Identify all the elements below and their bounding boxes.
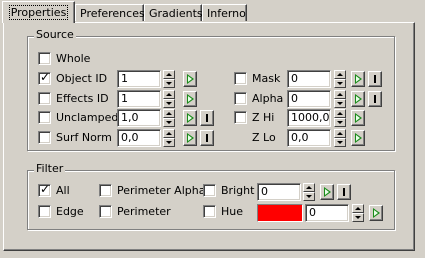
z-hi-label: Z Hi [252, 111, 275, 124]
surf-norm-checkbox[interactable] [38, 131, 51, 144]
spin-up-icon[interactable] [334, 129, 346, 138]
z-lo-field[interactable]: 0,0 [287, 129, 331, 147]
effects-id-checkbox[interactable] [38, 92, 51, 105]
z-hi-field[interactable]: 1000,0 [287, 109, 331, 127]
surf-norm-bar-icon[interactable] [200, 130, 214, 146]
surf-norm-spinner[interactable] [163, 129, 175, 147]
spin-down-icon[interactable] [303, 192, 315, 201]
mask-bar-icon[interactable] [368, 71, 382, 87]
object-id-label: Object ID [56, 72, 108, 85]
all-checkbox[interactable]: ✓ [38, 182, 51, 197]
tab-preferences-label: Preferences [80, 7, 145, 20]
tab-inferno[interactable]: Inferno [202, 4, 247, 21]
mask-spinner[interactable] [334, 70, 346, 88]
hue-color-swatch[interactable] [257, 204, 303, 222]
source-group-title: Source [34, 28, 76, 41]
z-lo-spinner[interactable] [334, 129, 346, 147]
perimeter-alpha-label: Perimeter Alpha [117, 184, 206, 197]
surf-norm-field[interactable]: 0,0 [117, 129, 161, 147]
bright-arrow-icon[interactable] [320, 184, 334, 200]
unclamped-field[interactable]: 1,0 [117, 109, 161, 127]
mask-field[interactable]: 0 [287, 70, 331, 88]
spin-down-icon[interactable] [334, 99, 346, 108]
hue-checkbox[interactable] [203, 205, 216, 218]
mask-arrow-icon[interactable] [351, 71, 365, 87]
mask-label: Mask [252, 72, 281, 85]
alpha-spinner[interactable] [334, 90, 346, 108]
z-lo-label: Z Lo [252, 131, 276, 144]
unclamped-checkbox[interactable] [38, 111, 51, 124]
spin-down-icon[interactable] [334, 138, 346, 147]
spin-up-icon[interactable] [352, 204, 364, 213]
effects-id-spinner[interactable] [163, 90, 175, 108]
surf-norm-label: Surf Norm [56, 131, 112, 144]
all-checkmark: ✓ [40, 182, 51, 196]
tab-inferno-label: Inferno [207, 7, 246, 20]
spin-up-icon[interactable] [163, 109, 175, 118]
perimeter-checkbox[interactable] [99, 205, 112, 218]
spin-up-icon[interactable] [334, 90, 346, 99]
tab-gradients[interactable]: Gradients [144, 4, 203, 21]
alpha-arrow-icon[interactable] [351, 91, 365, 107]
effects-id-label: Effects ID [56, 92, 109, 105]
all-label: All [56, 184, 70, 197]
whole-checkbox[interactable] [38, 52, 51, 65]
object-id-arrow-icon[interactable] [183, 71, 197, 87]
alpha-checkbox[interactable] [234, 92, 247, 105]
bright-bar-icon[interactable] [337, 184, 351, 200]
spin-down-icon[interactable] [163, 79, 175, 88]
bright-spinner[interactable] [303, 183, 315, 201]
hue-label: Hue [221, 205, 244, 218]
unclamped-bar-icon[interactable] [200, 110, 214, 126]
hue-spinner[interactable] [352, 204, 364, 222]
spin-down-icon[interactable] [352, 213, 364, 222]
unclamped-spinner[interactable] [163, 109, 175, 127]
edge-label: Edge [56, 205, 84, 218]
mask-checkbox[interactable] [234, 72, 247, 85]
perimeter-alpha-checkbox[interactable] [99, 184, 112, 197]
z-hi-arrow-icon[interactable] [351, 110, 365, 126]
alpha-field[interactable]: 0 [287, 90, 331, 108]
unclamped-label: Unclamped [56, 111, 119, 124]
surf-norm-arrow-icon[interactable] [183, 130, 197, 146]
spin-down-icon[interactable] [334, 118, 346, 127]
object-id-checkbox[interactable]: ✓ [38, 70, 51, 85]
object-id-spinner[interactable] [163, 70, 175, 88]
z-lo-arrow-icon[interactable] [351, 130, 365, 146]
tab-preferences[interactable]: Preferences [75, 4, 145, 21]
spin-up-icon[interactable] [163, 129, 175, 138]
tab-properties-label: Properties [8, 5, 69, 20]
filter-group-title: Filter [34, 162, 66, 175]
spin-up-icon[interactable] [163, 70, 175, 79]
bright-label: Bright [221, 184, 255, 197]
z-hi-checkbox[interactable] [234, 111, 247, 124]
effects-id-arrow-icon[interactable] [183, 91, 197, 107]
spin-down-icon[interactable] [163, 99, 175, 108]
whole-label: Whole [56, 52, 91, 65]
z-hi-spinner[interactable] [334, 109, 346, 127]
hue-field[interactable]: 0 [305, 204, 349, 222]
hue-arrow-icon[interactable] [369, 205, 383, 221]
perimeter-label: Perimeter [117, 205, 171, 218]
unclamped-arrow-icon[interactable] [183, 110, 197, 126]
bright-checkbox[interactable] [203, 184, 216, 197]
object-id-field[interactable]: 1 [117, 70, 161, 88]
tab-gradients-label: Gradients [149, 7, 203, 20]
spin-up-icon[interactable] [163, 90, 175, 99]
edge-checkbox[interactable] [38, 205, 51, 218]
spin-down-icon[interactable] [163, 138, 175, 147]
object-id-checkmark: ✓ [40, 70, 51, 84]
effects-id-field[interactable]: 1 [117, 90, 161, 108]
spin-down-icon[interactable] [163, 118, 175, 127]
spin-up-icon[interactable] [334, 109, 346, 118]
tab-properties[interactable]: Properties [2, 1, 75, 23]
spin-down-icon[interactable] [334, 79, 346, 88]
spin-up-icon[interactable] [334, 70, 346, 79]
bright-field[interactable]: 0 [257, 183, 301, 201]
alpha-label: Alpha [252, 92, 284, 105]
alpha-bar-icon[interactable] [368, 91, 382, 107]
spin-up-icon[interactable] [303, 183, 315, 192]
